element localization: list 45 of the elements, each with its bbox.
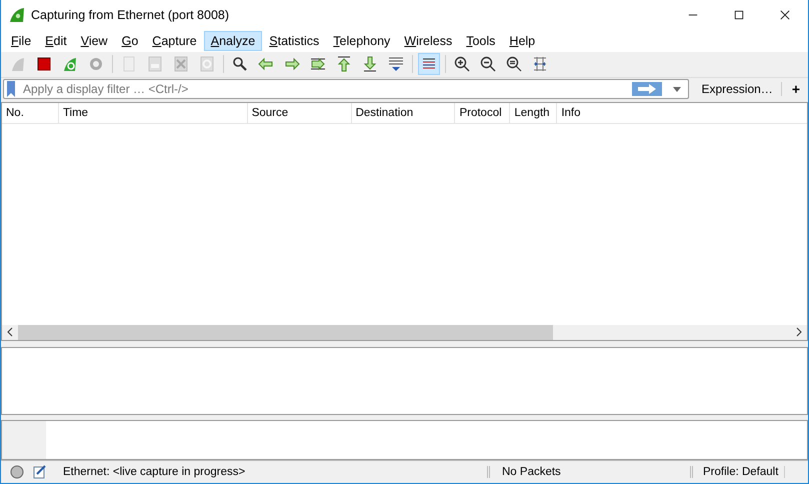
menu-item[interactable]: Go: [114, 31, 146, 52]
column-header[interactable]: Info: [557, 103, 808, 124]
column-header[interactable]: Destination: [352, 103, 456, 124]
zoom-out-icon[interactable]: [480, 56, 496, 72]
jump-arrow-icon[interactable]: [310, 56, 326, 72]
menu-item[interactable]: Wireless: [397, 31, 460, 52]
zoom-reset-icon[interactable]: [506, 56, 522, 72]
menu-item[interactable]: Telephony: [326, 31, 398, 52]
scrollbar-thumb[interactable]: [18, 324, 553, 340]
down-arrow-icon[interactable]: [362, 56, 378, 72]
display-filter-field[interactable]: Apply a display filter … <Ctrl-/>: [3, 79, 690, 100]
restart-icon[interactable]: [62, 56, 78, 72]
interface-status: Ethernet: <live capture in progress>: [63, 466, 490, 478]
column-header[interactable]: Length: [510, 103, 558, 124]
right-arrow-icon[interactable]: [284, 56, 300, 72]
add-button[interactable]: +: [782, 81, 806, 98]
bookmark-icon[interactable]: [6, 81, 16, 98]
menu-item[interactable]: Capture: [145, 31, 204, 52]
status-circle-icon: [10, 465, 24, 480]
profile-status[interactable]: Profile: Default: [693, 466, 786, 478]
menu-item[interactable]: Tools: [459, 31, 502, 52]
resize-columns-icon[interactable]: [532, 56, 548, 72]
menu-item[interactable]: View: [74, 31, 115, 52]
menu-item[interactable]: Analyze: [204, 31, 262, 52]
menu-item[interactable]: Edit: [38, 31, 74, 52]
menu-item[interactable]: File: [4, 31, 38, 52]
notepad-icon[interactable]: [33, 465, 47, 480]
dropdown-icon[interactable]: [673, 87, 682, 92]
shark-fin-icon: [9, 7, 25, 24]
autoscroll-icon[interactable]: [388, 56, 404, 72]
packet-count: No Packets: [490, 466, 693, 478]
apply-button[interactable]: [632, 82, 662, 96]
column-header[interactable]: Source: [248, 103, 352, 124]
window-title: Capturing from Ethernet (port 8008): [31, 8, 230, 22]
menu-item[interactable]: Statistics: [262, 31, 326, 52]
column-header[interactable]: No.: [2, 103, 59, 124]
column-header[interactable]: Protocol: [455, 103, 510, 124]
expression-button[interactable]: Expression…: [693, 82, 782, 96]
zoom-in-icon[interactable]: [454, 56, 470, 72]
up-arrow-icon[interactable]: [336, 56, 352, 72]
left-arrow-icon[interactable]: [258, 56, 274, 72]
column-header[interactable]: Time: [58, 103, 248, 124]
menu-item[interactable]: Help: [502, 31, 542, 52]
search-icon[interactable]: [232, 56, 248, 72]
stop-icon[interactable]: [36, 56, 52, 72]
